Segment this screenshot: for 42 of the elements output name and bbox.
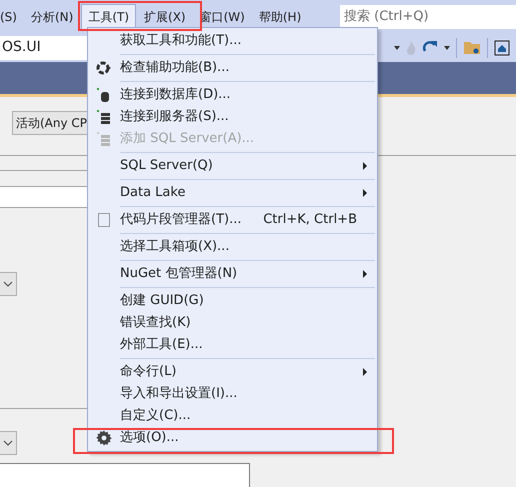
settings-icon [96,430,112,446]
chevron-down-icon [3,281,13,287]
menu-item[interactable]: 导入和导出设置(I)... [88,383,377,405]
submenu-arrow-icon [363,189,367,197]
menu-item[interactable]: 连接到数据库(D)... [88,84,377,106]
menu-bar-item[interactable]: 扩展(X) [138,4,192,30]
menu-bar-item[interactable]: 帮助(H) [252,4,308,30]
dropdown-toggle[interactable] [0,431,17,455]
folder-search-icon[interactable] [463,40,481,56]
menu-item[interactable]: Data Lake [88,182,377,204]
submenu-arrow-icon [363,270,367,278]
caret-icon[interactable] [394,46,400,50]
menu-item[interactable]: 获取工具和功能(T)... [88,30,377,52]
accessibility-icon [96,60,112,76]
menu-item[interactable]: 选项(O)... [88,427,377,449]
menu-item[interactable]: SQL Server(Q) [88,155,377,177]
menu-bar-item[interactable]: 分析(N) [24,4,80,30]
menu-item[interactable]: 选择工具箱项(X)... [88,236,377,258]
menu-item[interactable]: NuGet 包管理器(N) [88,263,377,285]
dropdown-toggle[interactable] [0,272,17,296]
server-icon [96,109,112,125]
submenu-arrow-icon [363,368,367,376]
caret-icon[interactable] [444,46,450,50]
submenu-arrow-icon [363,162,367,170]
menu-item[interactable]: 外部工具(E)... [88,334,377,356]
menu-item[interactable]: 创建 GUID(G) [88,290,377,312]
server-icon [96,131,112,147]
text-field[interactable] [0,463,250,487]
chevron-down-icon [3,440,13,446]
project-field[interactable]: OS.UI [0,36,88,60]
menu-bar-item[interactable]: 工具(T) [81,4,136,30]
menu-item[interactable]: 代码片段管理器(T)... Ctrl+K, Ctrl+B [88,209,377,231]
shortcut-text: Ctrl+K, Ctrl+B [263,211,357,230]
database-icon [96,87,112,103]
home-icon[interactable] [494,40,510,56]
search-field[interactable]: 搜索 (Ctrl+Q) [340,4,516,28]
menu-item[interactable]: 错误查找(K) [88,312,377,334]
menu-bar-item[interactable]: (S) [0,4,23,30]
menu-item[interactable]: 检查辅助功能(B)... [88,57,377,79]
snippet-icon [97,212,111,228]
menu-item[interactable]: 自定义(C)... [88,405,377,427]
menu-item[interactable]: 命令行(L) [88,361,377,383]
